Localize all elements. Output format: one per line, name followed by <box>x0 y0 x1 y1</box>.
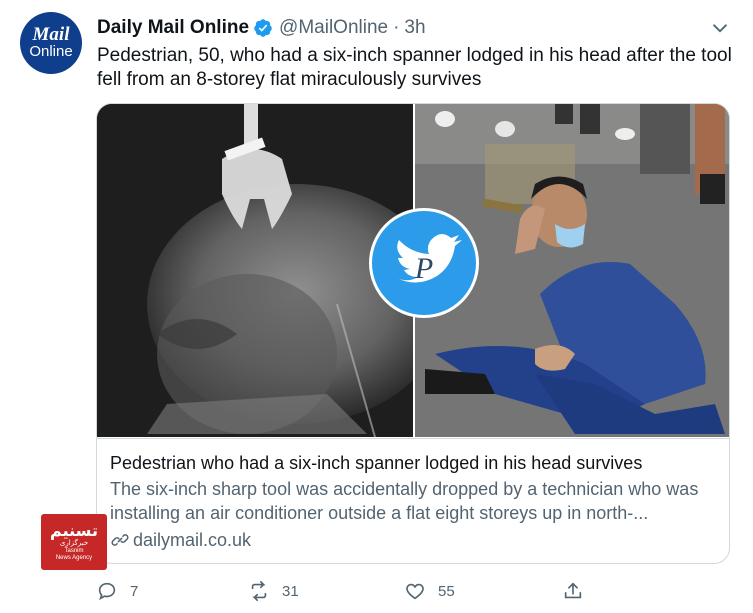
retweet-icon <box>251 581 267 601</box>
chevron-down-icon[interactable] <box>709 17 731 39</box>
link-icon <box>111 534 129 546</box>
tweet-time[interactable]: 3h <box>404 17 425 39</box>
separator-dot: · <box>393 17 400 38</box>
tasnim-logo-arabic: تسنیم <box>50 521 98 540</box>
svg-text:P: P <box>414 252 433 285</box>
card-media[interactable]: P <box>97 104 729 437</box>
share-icon <box>564 582 582 599</box>
retweet-count: 31 <box>282 582 299 600</box>
card-domain-row[interactable]: dailymail.co.uk <box>110 528 716 552</box>
twitter-bird-watermark-icon: P <box>369 208 479 318</box>
verified-badge-icon <box>254 19 272 37</box>
avatar[interactable]: Mail Online <box>20 12 82 74</box>
share-button[interactable] <box>562 576 596 606</box>
author-handle[interactable]: @MailOnline <box>279 17 388 39</box>
reply-count: 7 <box>130 582 139 600</box>
link-card[interactable]: P Pedestrian who had a six-inch spanner … <box>96 103 730 564</box>
tweet-actions: 7 31 55 <box>96 576 596 606</box>
retweet-button[interactable]: 31 <box>248 576 299 606</box>
tasnim-logo-tagline: News Agency <box>55 555 93 561</box>
avatar-logo-line1: Mail <box>32 24 70 45</box>
tweet[interactable]: Mail Online Daily Mail Online @MailOnlin… <box>0 0 753 613</box>
card-title: Pedestrian who had a six-inch spanner lo… <box>110 453 643 473</box>
avatar-logo-line2: Online <box>29 43 73 60</box>
card-description: The six-inch sharp tool was accidentally… <box>110 479 699 523</box>
xray-image <box>97 104 413 437</box>
tasnim-logo-name: Tasnim <box>64 548 84 554</box>
like-button[interactable]: 55 <box>404 576 455 606</box>
tasnim-logo-subtitle: خبرگزاری <box>59 540 89 547</box>
tweet-header: Daily Mail Online @MailOnline · 3h <box>97 16 426 40</box>
tasnim-logo: تسنیم خبرگزاری Tasnim News Agency <box>41 514 107 570</box>
like-count: 55 <box>438 582 455 600</box>
card-domain: dailymail.co.uk <box>133 530 252 550</box>
reply-button[interactable]: 7 <box>96 576 138 606</box>
like-icon <box>406 583 424 600</box>
reply-icon <box>98 582 116 601</box>
tweet-text: Pedestrian, 50, who had a six-inch spann… <box>97 45 732 90</box>
author-name[interactable]: Daily Mail Online <box>97 17 249 39</box>
card-meta[interactable]: Pedestrian who had a six-inch spanner lo… <box>97 438 729 563</box>
